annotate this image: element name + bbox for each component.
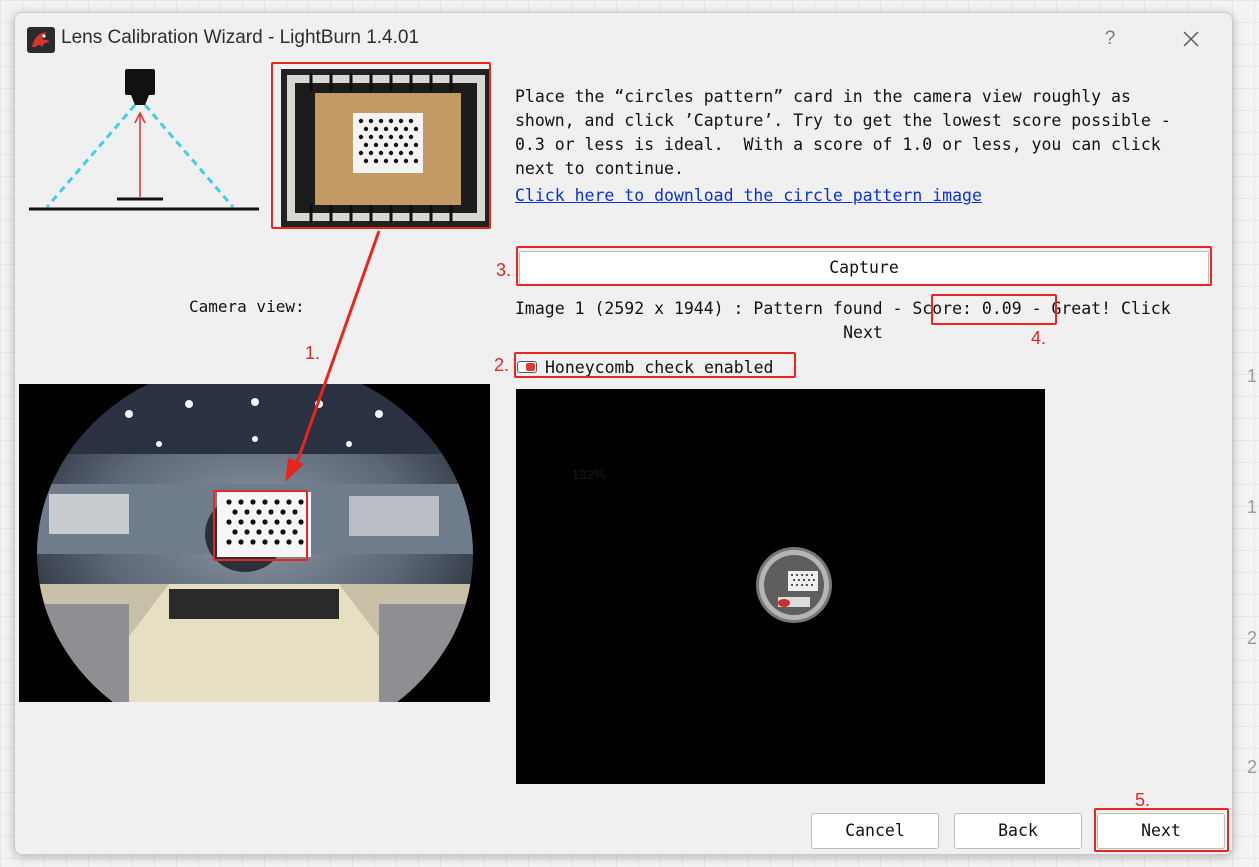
background-number: 1: [1247, 366, 1258, 386]
annotation-label-3: 3.: [496, 260, 512, 280]
toggle-knob: [526, 363, 535, 371]
score-value: Score: 0.09: [912, 299, 1022, 318]
status-prefix: Image 1 (2592 x 1944) : Pattern found -: [515, 299, 913, 318]
reference-example-photo: [281, 69, 491, 227]
download-pattern-link[interactable]: Click here to download the circle patter…: [515, 186, 982, 205]
camera-mounting-diagram: [29, 69, 259, 211]
status-suffix: - Great! Click: [1021, 299, 1171, 318]
honeycomb-check-toggle[interactable]: Honeycomb check enabled: [517, 355, 773, 379]
capture-button[interactable]: Capture: [519, 251, 1209, 285]
undistorted-thumbnail: [756, 547, 832, 623]
capture-status-continued: Next: [843, 323, 883, 342]
instructions-text: Place the “circles pattern” card in the …: [515, 87, 1171, 178]
background-number: 1: [1247, 497, 1258, 517]
camera-live-view: [19, 384, 490, 702]
background-number: 2: [1247, 757, 1258, 777]
title-bar: Lens Calibration Wizard - LightBurn 1.4.…: [15, 13, 1232, 65]
calibration-preview: 132%: [516, 389, 1045, 784]
close-icon[interactable]: [1175, 25, 1207, 53]
next-button[interactable]: Next: [1097, 813, 1225, 849]
annotation-label-1: 1.: [305, 343, 321, 363]
window-title: Lens Calibration Wizard - LightBurn 1.4.…: [61, 27, 420, 48]
lightburn-logo-icon: [27, 27, 55, 53]
help-button[interactable]: ?: [1097, 25, 1123, 53]
back-button[interactable]: Back: [954, 813, 1082, 849]
annotation-label-5: 5.: [1135, 790, 1151, 810]
toggle-switch-icon[interactable]: [517, 361, 537, 373]
annotation-label-2: 2.: [494, 355, 510, 375]
background-number: 2: [1247, 628, 1258, 648]
cancel-button[interactable]: Cancel: [811, 813, 939, 849]
honeycomb-check-label: Honeycomb check enabled: [545, 357, 774, 377]
camera-view-label: Camera view:: [189, 297, 305, 316]
wizard-window: Lens Calibration Wizard - LightBurn 1.4.…: [14, 12, 1233, 855]
annotation-label-4: 4.: [1031, 328, 1047, 348]
capture-status: Image 1 (2592 x 1944) : Pattern found - …: [515, 299, 1171, 318]
